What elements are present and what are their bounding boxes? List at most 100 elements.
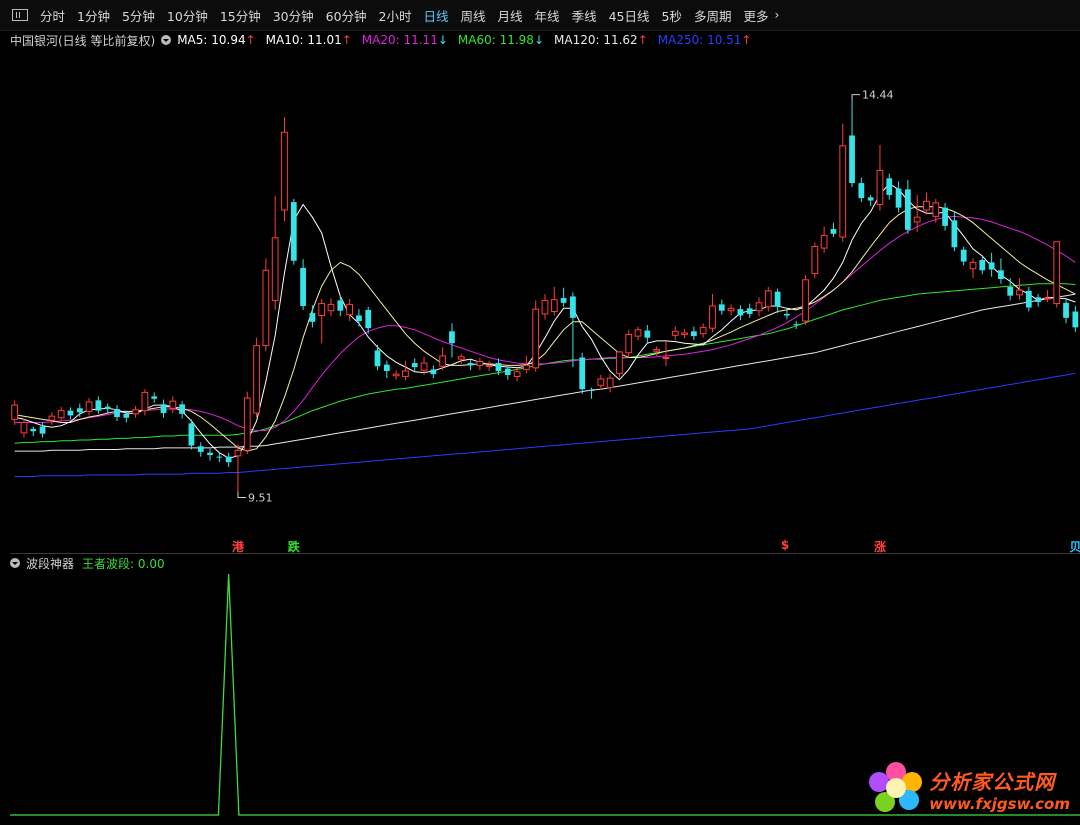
tab-13[interactable]: 45日线 [603,6,656,25]
indicator-legend: 波段神器 王者波段: 0.00 [10,555,165,571]
candle [197,442,204,457]
panel-divider[interactable] [10,553,1080,554]
candle [727,304,735,316]
candle-body [820,234,828,249]
indicator-name[interactable]: 波段神器 [26,555,74,572]
event-marker[interactable]: 跌 [288,538,300,555]
candle-body [337,300,344,311]
candle-body [420,362,428,371]
candle-body [904,189,911,230]
layout-icon[interactable] [12,9,28,21]
chevron-down-icon[interactable] [10,558,20,568]
candle [1053,241,1061,308]
candle [504,366,511,380]
candle-body [449,331,455,344]
tab-7[interactable]: 2小时 [373,6,418,25]
candle [67,407,74,420]
candle [690,326,697,341]
tab-8[interactable]: 日线 [418,6,455,25]
candle-body [290,202,297,261]
tab-10[interactable]: 月线 [492,6,529,25]
candle-body [597,378,605,386]
tab-1[interactable]: 1分钟 [71,6,116,25]
tab-3[interactable]: 10分钟 [161,6,214,25]
candle [709,294,716,333]
candle [467,359,474,371]
chevron-down-icon[interactable] [161,35,172,45]
tab-2[interactable]: 5分钟 [116,6,161,25]
candle-body [346,303,353,316]
candle-body [606,377,614,389]
candle [169,396,177,414]
flower-logo-icon [869,762,923,816]
candle [253,337,260,417]
candle-body [318,303,326,316]
candle [625,329,633,358]
ma5-line [14,183,1076,459]
tab-11[interactable]: 年线 [529,6,566,25]
ma-label: MA20: 11.11 [361,33,438,47]
candle [392,370,400,380]
candle-body [309,313,316,322]
stock-title[interactable]: 中国银河(日线 等比前复权) [10,32,155,49]
candle-body [644,330,651,338]
candle [1044,290,1051,302]
candle-body [253,345,260,414]
candle [300,259,306,310]
ma-legend-item: MA120: 11.62↑ [554,33,648,47]
candle-body [383,364,390,371]
candle-body [979,259,986,271]
candle [913,194,921,233]
candle [141,389,149,416]
price-chart[interactable]: 14.44 9.51 [10,48,1080,553]
event-marker[interactable]: 贝 [1069,538,1080,555]
candle-body [262,269,270,347]
tab-12[interactable]: 季线 [566,6,603,25]
candle-body [1044,297,1051,300]
event-marker[interactable]: $ [781,538,789,552]
candle-body [960,249,967,262]
candle [699,323,707,338]
tab-0[interactable]: 分时 [34,6,71,25]
candle [755,297,763,317]
candle-body [755,302,763,312]
candle [876,144,884,211]
candle [48,412,56,425]
tab-5[interactable]: 30分钟 [267,6,320,25]
candle [57,406,65,421]
candle-body [402,370,409,378]
tab-4[interactable]: 15分钟 [214,6,267,25]
tab-9[interactable]: 周线 [455,6,492,25]
tab-14[interactable]: 5秒 [655,6,687,25]
candle-body [858,183,865,199]
ma-legend-item: MA60: 11.98↓ [458,33,544,47]
candle-body [439,355,447,367]
candle-body [495,363,502,371]
tab-15[interactable]: 多周期 [688,6,738,25]
candle [225,452,232,467]
candle-body [179,404,186,414]
candle [262,258,270,352]
candle [85,397,93,416]
candle-body [709,305,716,329]
event-marker[interactable]: 涨 [874,538,886,555]
candle [1035,294,1042,307]
ma-label: MA5: 10.94 [177,33,246,47]
ma-legend-item: MA10: 11.01↑ [266,33,352,47]
tab-16[interactable]: 更多 [737,6,774,25]
candle-body [1072,311,1079,328]
candle [579,352,586,394]
candle-body [737,309,744,316]
candle [867,194,874,207]
candle-body [169,400,177,409]
candle [849,100,855,188]
candle-body [104,406,111,410]
candle-body [727,307,735,312]
candle-body [802,279,809,322]
candle-body [653,349,661,352]
chevron-right-icon[interactable]: › [774,8,779,22]
event-marker[interactable]: 港 [232,538,244,555]
candle-body [690,331,697,337]
candle-body [48,415,56,421]
tab-6[interactable]: 60分钟 [320,6,373,25]
